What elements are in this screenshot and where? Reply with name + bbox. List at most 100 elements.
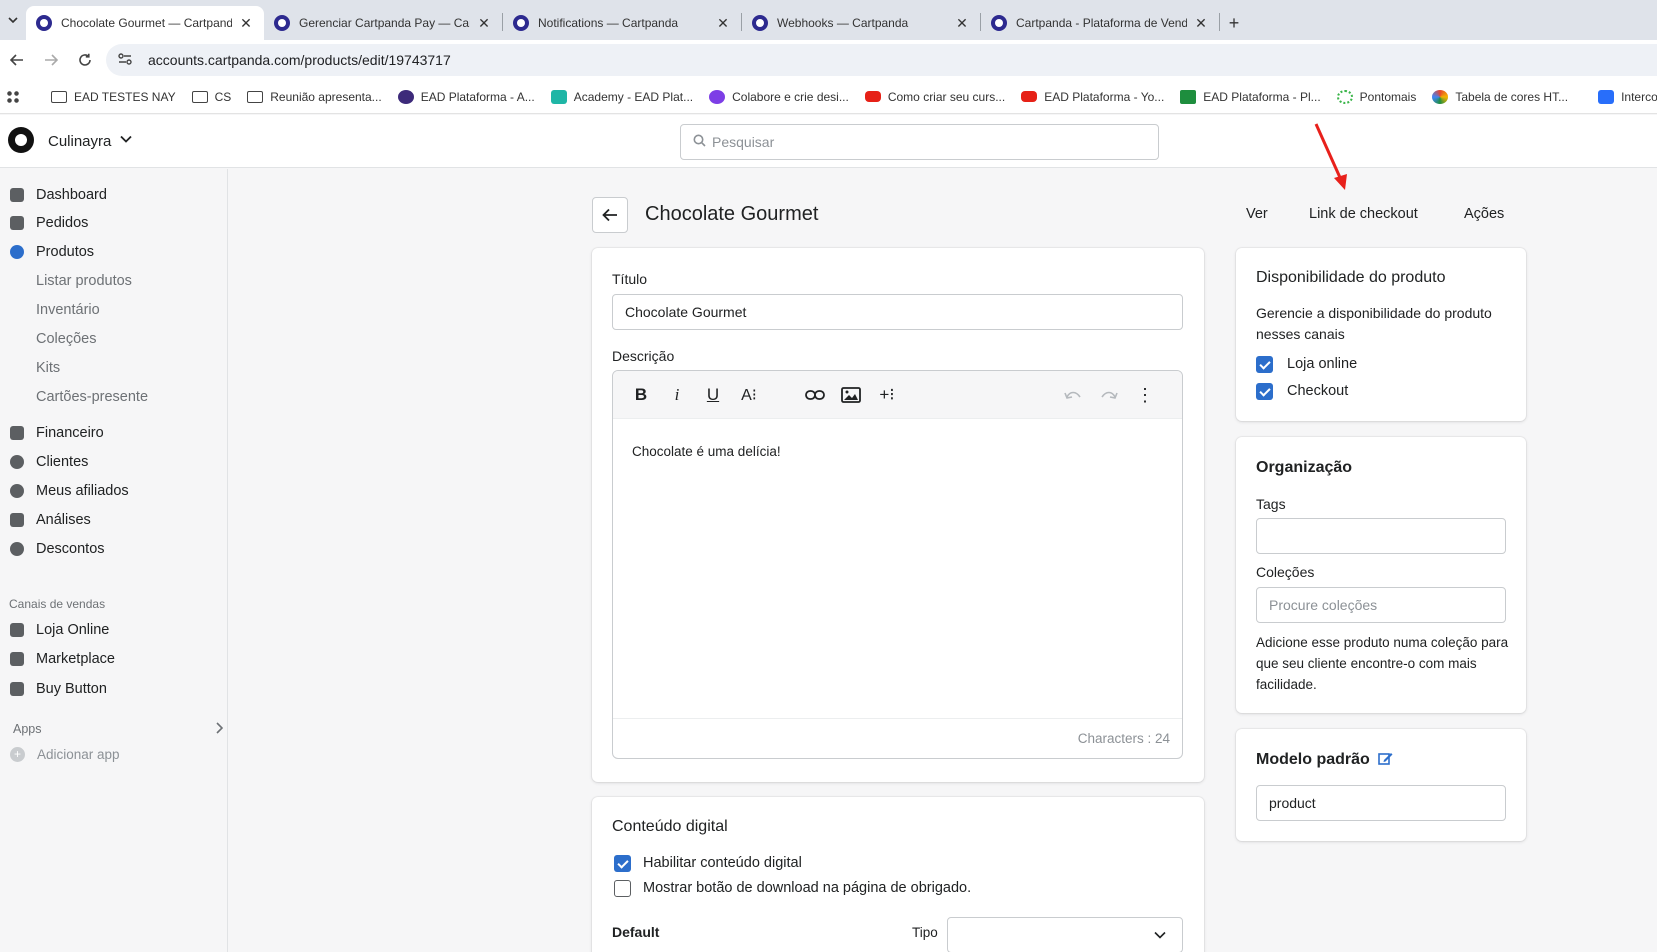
- sidebar-item-label: Dashboard: [36, 187, 107, 203]
- orders-icon: [10, 216, 24, 230]
- cartpanda-favicon-icon: [274, 15, 290, 31]
- sidebar: Dashboard Pedidos Produtos Listar produt…: [0, 169, 228, 952]
- link-icon[interactable]: [803, 384, 827, 406]
- sidebar-item-meus-afiliados[interactable]: Meus afiliados: [0, 478, 129, 504]
- view-button[interactable]: Ver: [1246, 206, 1268, 222]
- site-settings-icon[interactable]: [118, 52, 136, 68]
- sidebar-item-loja-online[interactable]: Loja Online: [0, 617, 109, 643]
- underline-icon[interactable]: U: [701, 384, 725, 406]
- bookmark-intercom[interactable]: Intercom | Th: [1598, 89, 1657, 104]
- bookmark-ead-plataforma-pl[interactable]: EAD Plataforma - Pl...: [1180, 89, 1321, 104]
- browser-tab-4[interactable]: Webhooks — Cartpanda ✕: [742, 6, 980, 40]
- italic-icon[interactable]: i: [665, 384, 689, 406]
- bookmark-tabela-cores[interactable]: Tabela de cores HT...: [1432, 89, 1568, 104]
- sidebar-subitem-colecoes[interactable]: Coleções: [36, 326, 96, 352]
- collections-search-input[interactable]: Procure coleções: [1256, 587, 1506, 623]
- sidebar-subitem-cartoes-presente[interactable]: Cartões-presente: [36, 384, 148, 410]
- checkout-label: Checkout: [1287, 383, 1349, 399]
- description-content[interactable]: Chocolate é uma delícia!: [632, 444, 781, 459]
- sidebar-subitem-kits[interactable]: Kits: [36, 355, 60, 381]
- search-box[interactable]: [680, 124, 1159, 160]
- close-icon[interactable]: ✕: [238, 15, 254, 32]
- forward-arrow-icon[interactable]: [34, 43, 68, 77]
- tab-search-chevron-icon[interactable]: [0, 0, 26, 40]
- browser-tab-5[interactable]: Cartpanda - Plataforma de Vendas ✕: [981, 6, 1219, 40]
- sidebar-subitem-listar-produtos[interactable]: Listar produtos: [36, 268, 132, 294]
- sidebar-item-marketplace[interactable]: Marketplace: [0, 646, 115, 672]
- sidebar-item-financeiro[interactable]: Financeiro: [0, 420, 104, 446]
- font-size-icon[interactable]: A⁝: [737, 384, 761, 406]
- bookmark-colabore[interactable]: Colabore e crie desi...: [709, 89, 849, 104]
- actions-button[interactable]: Ações: [1464, 206, 1504, 222]
- store-icon: [10, 623, 24, 637]
- edit-icon[interactable]: [1378, 751, 1393, 771]
- sidebar-item-label: Descontos: [36, 541, 105, 557]
- new-tab-plus-icon[interactable]: +: [1220, 6, 1248, 40]
- more-vertical-icon[interactable]: ⋮: [1133, 384, 1157, 406]
- sidebar-subitem-inventario[interactable]: Inventário: [36, 297, 100, 323]
- plus-icon: +: [10, 746, 25, 762]
- sidebar-item-label: Clientes: [36, 454, 89, 470]
- bookmark-reuniao[interactable]: Reunião apresenta...: [247, 90, 382, 104]
- arrow-left-icon: [602, 208, 617, 222]
- bookmark-academy[interactable]: Academy - EAD Plat...: [550, 89, 693, 104]
- back-button[interactable]: [592, 197, 628, 233]
- bookmarks-bar: EAD TESTES NAY CS Reunião apresenta... E…: [0, 80, 1657, 114]
- products-icon: [10, 245, 24, 259]
- chevron-down-icon[interactable]: [120, 131, 132, 146]
- sidebar-item-buy-button[interactable]: Buy Button: [0, 676, 107, 702]
- sidebar-item-descontos[interactable]: Descontos: [0, 536, 105, 562]
- sidebar-item-dashboard[interactable]: Dashboard: [0, 182, 107, 208]
- insert-more-icon[interactable]: +⁝: [875, 384, 899, 406]
- sidebar-item-pedidos[interactable]: Pedidos: [0, 210, 88, 236]
- enable-digital-checkbox[interactable]: [614, 855, 631, 872]
- template-title: Modelo padrão: [1256, 751, 1393, 771]
- close-icon[interactable]: ✕: [954, 15, 970, 32]
- browser-tab-1[interactable]: Chocolate Gourmet — Cartpanda ✕: [26, 6, 264, 40]
- sidebar-item-produtos[interactable]: Produtos: [0, 239, 94, 265]
- character-count: Characters : 24: [1077, 731, 1170, 746]
- loja-online-checkbox[interactable]: [1256, 356, 1273, 373]
- browser-tab-3[interactable]: Notifications — Cartpanda ✕: [503, 6, 741, 40]
- sales-channels-heading: Canais de vendas: [9, 597, 106, 611]
- bookmark-ead-testes[interactable]: EAD TESTES NAY: [51, 90, 176, 104]
- close-icon[interactable]: ✕: [715, 15, 731, 32]
- template-input[interactable]: product: [1256, 785, 1506, 821]
- image-icon[interactable]: [839, 384, 863, 406]
- close-icon[interactable]: ✕: [476, 15, 492, 32]
- reload-icon[interactable]: [68, 43, 102, 77]
- type-select[interactable]: [947, 917, 1183, 952]
- back-arrow-icon[interactable]: [0, 43, 34, 77]
- bookmark-ead-plataforma-a[interactable]: EAD Plataforma - A...: [397, 89, 535, 104]
- checkout-link-button[interactable]: Link de checkout: [1309, 206, 1418, 222]
- tags-input[interactable]: [1256, 518, 1506, 554]
- bold-icon[interactable]: B: [629, 384, 653, 406]
- sidebar-item-analises[interactable]: Análises: [0, 507, 91, 533]
- tab-title: Gerenciar Cartpanda Pay — Cartpanda: [299, 16, 470, 30]
- search-input[interactable]: [712, 134, 1132, 150]
- browser-address-bar: accounts.cartpanda.com/products/edit/197…: [0, 40, 1657, 80]
- close-icon[interactable]: ✕: [1193, 15, 1209, 32]
- bookmark-pontomais[interactable]: Pontomais: [1336, 89, 1416, 104]
- redo-icon[interactable]: [1097, 384, 1121, 406]
- apps-section[interactable]: Apps: [13, 722, 224, 737]
- checkout-checkbox[interactable]: [1256, 383, 1273, 400]
- title-input[interactable]: Chocolate Gourmet: [612, 294, 1183, 330]
- download-button-checkbox[interactable]: [614, 880, 631, 897]
- bookmark-cs[interactable]: CS: [191, 90, 231, 104]
- sidebar-item-label: Análises: [36, 512, 91, 528]
- apps-grid-icon[interactable]: [6, 89, 27, 104]
- app-top-bar: Culinayra: [0, 115, 1657, 168]
- store-name[interactable]: Culinayra: [48, 133, 111, 150]
- folder-icon: [247, 90, 264, 103]
- undo-icon[interactable]: [1061, 384, 1085, 406]
- sidebar-item-clientes[interactable]: Clientes: [0, 449, 88, 475]
- chevron-right-icon[interactable]: [216, 722, 224, 737]
- bookmark-ead-plataforma-yo[interactable]: EAD Plataforma - Yo...: [1021, 90, 1164, 104]
- url-field[interactable]: accounts.cartpanda.com/products/edit/197…: [106, 44, 1657, 76]
- browser-tab-2[interactable]: Gerenciar Cartpanda Pay — Cartpanda ✕: [264, 6, 502, 40]
- add-app-link[interactable]: + Adicionar app: [10, 741, 120, 767]
- collections-label: Coleções: [1256, 564, 1315, 580]
- bookmark-como-criar[interactable]: Como criar seu curs...: [864, 90, 1005, 104]
- store-logo-icon[interactable]: [8, 127, 34, 153]
